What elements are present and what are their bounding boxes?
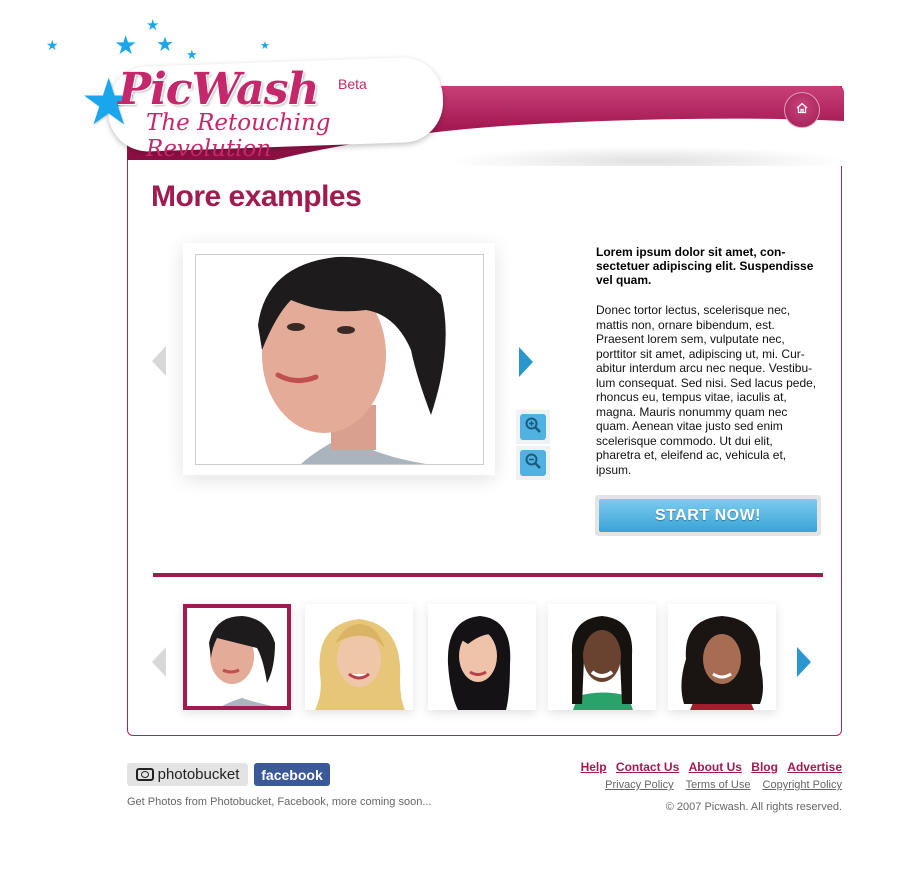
contact-us-link[interactable]: Contact Us bbox=[616, 760, 679, 774]
start-now-button[interactable]: START NOW! bbox=[595, 495, 821, 536]
picwash-logo[interactable]: ★ PicWash Beta The Retouching Revolution bbox=[80, 56, 450, 162]
star-icon: ★ bbox=[46, 37, 59, 53]
start-now-label: START NOW! bbox=[599, 499, 817, 532]
logo-name: PicWash bbox=[118, 64, 319, 115]
zoom-out-icon bbox=[524, 452, 542, 475]
legal-links: Privacy Policy Terms of Use Copyright Po… bbox=[596, 779, 842, 791]
home-button[interactable] bbox=[784, 92, 820, 128]
prev-photo-arrow[interactable] bbox=[152, 346, 166, 376]
logo-tagline: The Retouching Revolution bbox=[146, 110, 331, 162]
thumbnail[interactable] bbox=[428, 604, 536, 710]
home-icon bbox=[796, 101, 808, 119]
star-icon: ★ bbox=[260, 40, 270, 52]
star-icon: ★ bbox=[186, 47, 198, 62]
footer-note: Get Photos from Photobucket, Facebook, m… bbox=[127, 796, 432, 808]
copyright-text: © 2007 Picwash. All rights reserved. bbox=[665, 801, 842, 813]
footer-nav: Help Contact Us About Us Blog Advertise bbox=[575, 760, 842, 774]
about-us-link[interactable]: About Us bbox=[689, 760, 742, 774]
beta-badge: Beta bbox=[338, 76, 367, 92]
main-photo bbox=[195, 254, 484, 465]
zoom-in-icon bbox=[524, 416, 542, 439]
advertise-link[interactable]: Advertise bbox=[787, 760, 842, 774]
main-photo-frame bbox=[183, 243, 495, 475]
terms-of-use-link[interactable]: Terms of Use bbox=[686, 779, 751, 791]
section-divider bbox=[153, 573, 823, 577]
thumbnail[interactable] bbox=[183, 604, 291, 710]
thumbnail[interactable] bbox=[668, 604, 776, 710]
camera-icon bbox=[135, 768, 154, 781]
privacy-policy-link[interactable]: Privacy Policy bbox=[605, 779, 673, 791]
copyright-policy-link[interactable]: Copyright Policy bbox=[763, 779, 842, 791]
thumbs-prev-arrow[interactable] bbox=[152, 647, 166, 677]
zoom-out-button[interactable] bbox=[516, 446, 550, 480]
description-body: Donec tortor lectus, scelerisque nec, ma… bbox=[596, 303, 817, 477]
star-icon: ★ bbox=[156, 34, 174, 56]
photobucket-button[interactable]: photobucket bbox=[127, 763, 248, 786]
thumbnail[interactable] bbox=[548, 604, 656, 710]
photobucket-label: photobucket bbox=[157, 766, 240, 783]
next-photo-arrow[interactable] bbox=[519, 347, 533, 377]
description-lead: Lorem ipsum dolor sit amet, con-sectetue… bbox=[596, 245, 814, 287]
facebook-button[interactable]: facebook bbox=[254, 763, 330, 786]
blog-link[interactable]: Blog bbox=[751, 760, 778, 774]
thumbnail[interactable] bbox=[305, 604, 413, 710]
thumbs-next-arrow[interactable] bbox=[797, 647, 811, 677]
star-icon: ★ bbox=[114, 30, 138, 60]
help-link[interactable]: Help bbox=[581, 760, 607, 774]
facebook-label: facebook bbox=[261, 766, 323, 783]
star-icon: ★ bbox=[146, 17, 160, 34]
page-title: More examples bbox=[151, 180, 362, 213]
zoom-in-button[interactable] bbox=[516, 410, 550, 444]
